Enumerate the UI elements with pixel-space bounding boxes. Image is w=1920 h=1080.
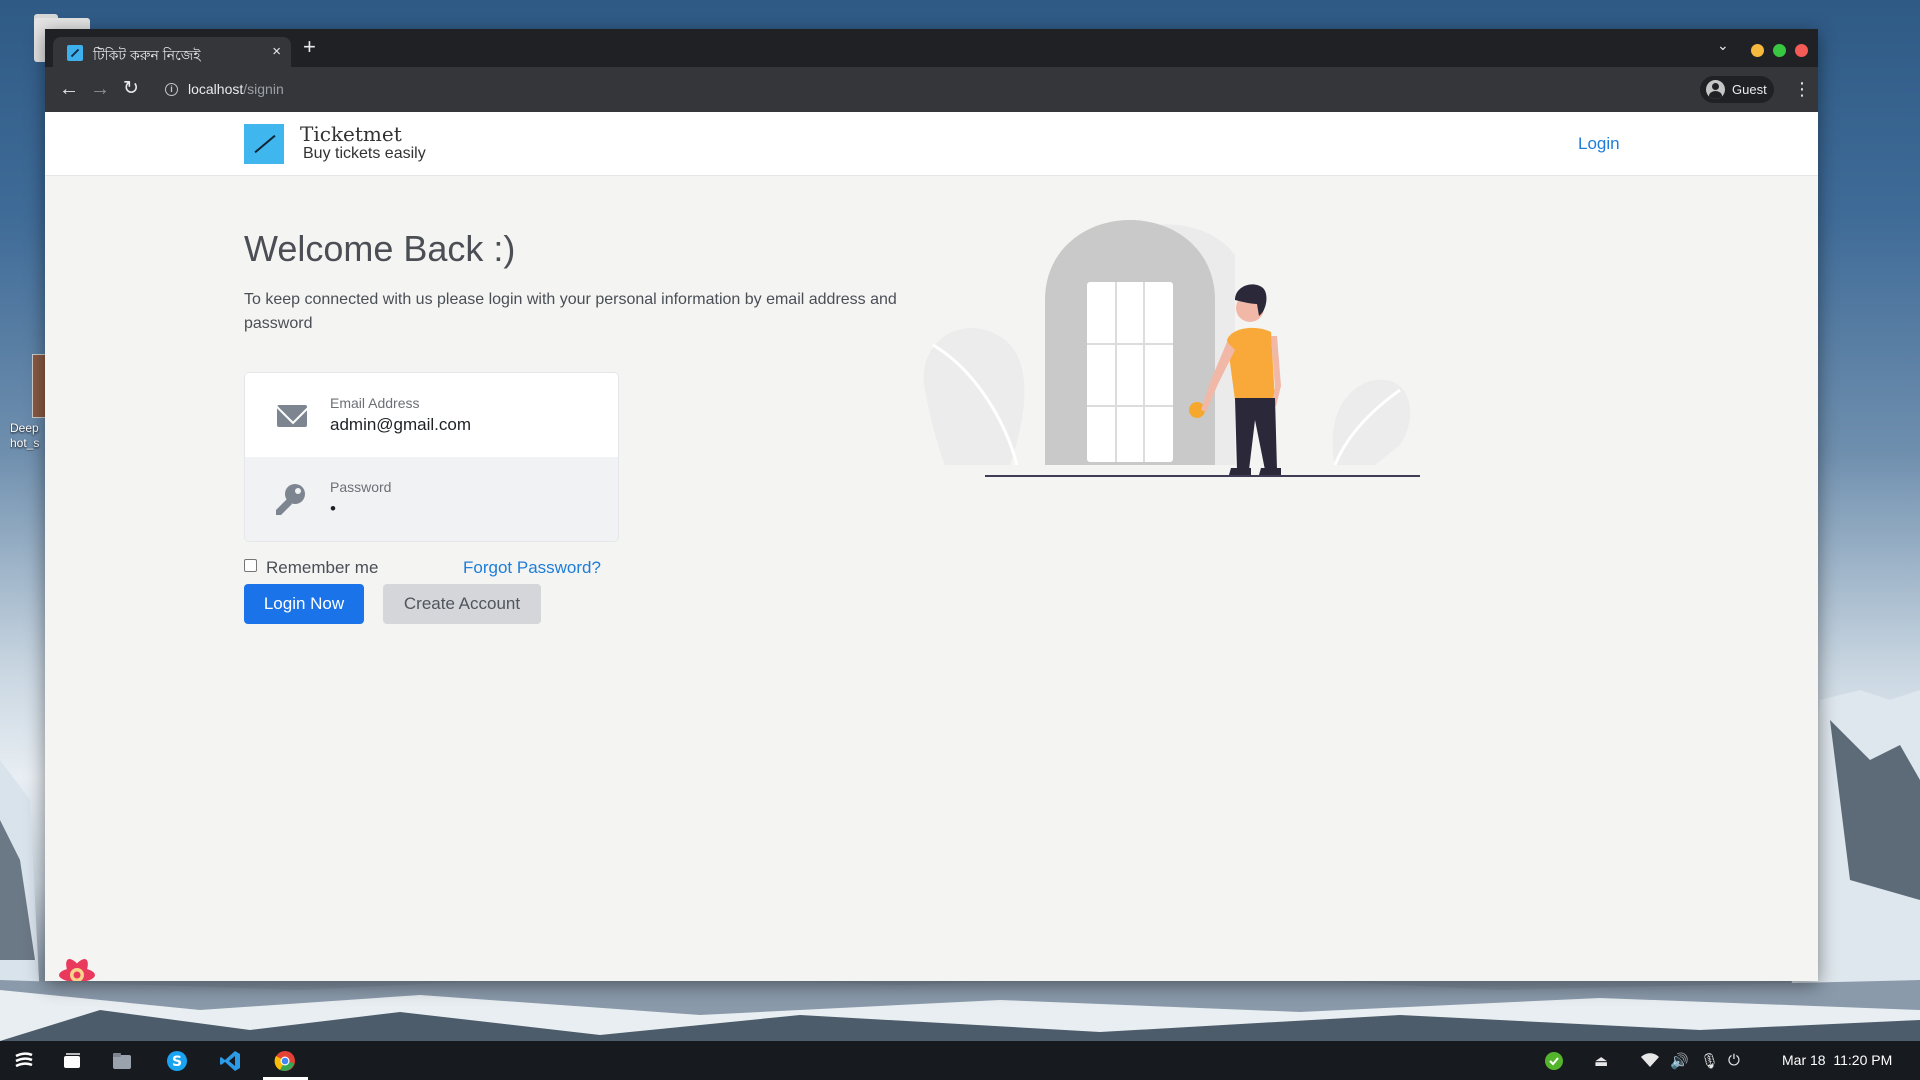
multitasking-icon[interactable] (60, 1049, 84, 1073)
login-button[interactable]: Login Now (244, 584, 364, 624)
shield-icon[interactable] (1544, 1051, 1564, 1071)
browser-tab[interactable]: টিকিট করুন নিজেই × (53, 37, 291, 67)
minimize-button[interactable] (1751, 44, 1764, 57)
brand-name[interactable]: Ticketmet (300, 122, 402, 146)
profile-label: Guest (1732, 82, 1767, 97)
chrome-icon[interactable] (273, 1049, 297, 1073)
tab-search-chevron-icon[interactable]: ⌄ (1717, 37, 1729, 54)
reload-icon[interactable]: ↻ (123, 77, 139, 101)
ticketmet-logo-icon[interactable] (244, 124, 284, 164)
volume-icon[interactable]: 🔊 (1670, 1052, 1689, 1070)
page-subtitle: To keep connected with us please login w… (244, 291, 897, 332)
launcher-icon[interactable] (12, 1049, 36, 1073)
remember-label[interactable]: Remember me (266, 558, 378, 578)
taskbar: S ⏏ 🔊 🎙 ⏻ Mar 18 11:20 PM (0, 1041, 1920, 1080)
close-window-button[interactable] (1795, 44, 1808, 57)
desktop-icon-label[interactable]: Deep hot_s (10, 421, 46, 451)
remember-checkbox[interactable] (244, 559, 257, 572)
mic-icon[interactable]: 🎙 (1700, 1052, 1719, 1070)
key-icon (276, 484, 305, 515)
eject-icon[interactable]: ⏏ (1594, 1052, 1608, 1070)
create-account-button[interactable]: Create Account (383, 584, 541, 624)
wifi-icon[interactable] (1641, 1052, 1659, 1068)
new-tab-button[interactable]: + (303, 35, 316, 59)
url-path: /signin (243, 81, 284, 97)
site-navbar: Ticketmet Buy tickets easily Login (45, 112, 1818, 176)
envelope-icon (277, 405, 307, 427)
back-arrow-icon[interactable]: ← (59, 77, 79, 101)
skype-icon[interactable]: S (165, 1049, 189, 1073)
desktop-file-icon[interactable] (32, 354, 46, 418)
clock[interactable]: Mar 18 11:20 PM (1782, 1052, 1892, 1068)
clock-time: 11:20 PM (1833, 1052, 1893, 1068)
svg-text:S: S (172, 1054, 182, 1070)
site-info-icon[interactable]: i (165, 83, 178, 96)
tab-close-icon[interactable]: × (272, 43, 281, 60)
browser-toolbar: ← → ↻ i localhost/signin Guest ⋮ (45, 67, 1818, 112)
favicon-icon (67, 45, 83, 61)
signin-form-card: Email Address admin@gmail.com Password • (244, 372, 619, 542)
guest-avatar-icon (1706, 80, 1725, 99)
door-illustration (923, 220, 1420, 477)
url-host: localhost (188, 81, 244, 97)
power-icon[interactable]: ⏻ (1728, 1052, 1740, 1069)
address-bar[interactable]: localhost/signin (188, 81, 284, 97)
forgot-password-link[interactable]: Forgot Password? (463, 558, 601, 578)
page-content: Ticketmet Buy tickets easily Login Welco… (45, 112, 1818, 981)
file-manager-icon[interactable] (110, 1049, 134, 1073)
vscode-icon[interactable] (218, 1049, 242, 1073)
brand-tagline: Buy tickets easily (303, 145, 426, 162)
password-label: Password (330, 479, 392, 495)
profile-button[interactable]: Guest (1700, 76, 1774, 103)
forward-arrow-icon[interactable]: → (90, 77, 110, 101)
maximize-button[interactable] (1773, 44, 1786, 57)
nav-login-link[interactable]: Login (1578, 134, 1620, 154)
password-field[interactable]: Password • (245, 457, 618, 541)
email-label: Email Address (330, 395, 420, 411)
page-title: Welcome Back :) (244, 228, 516, 269)
password-input[interactable]: • (330, 499, 336, 519)
browser-window: টিকিট করুন নিজেই × + ⌄ ← → ↻ i localhost… (45, 29, 1818, 981)
email-input[interactable]: admin@gmail.com (330, 415, 471, 435)
tab-strip: টিকিট করুন নিজেই × + ⌄ (45, 29, 1818, 67)
browser-menu-icon[interactable]: ⋮ (1793, 77, 1811, 101)
tab-title: টিকিট করুন নিজেই (93, 47, 201, 63)
react-devtools-icon[interactable] (57, 955, 97, 981)
email-field[interactable]: Email Address admin@gmail.com (245, 373, 618, 457)
clock-date: Mar 18 (1782, 1052, 1826, 1068)
